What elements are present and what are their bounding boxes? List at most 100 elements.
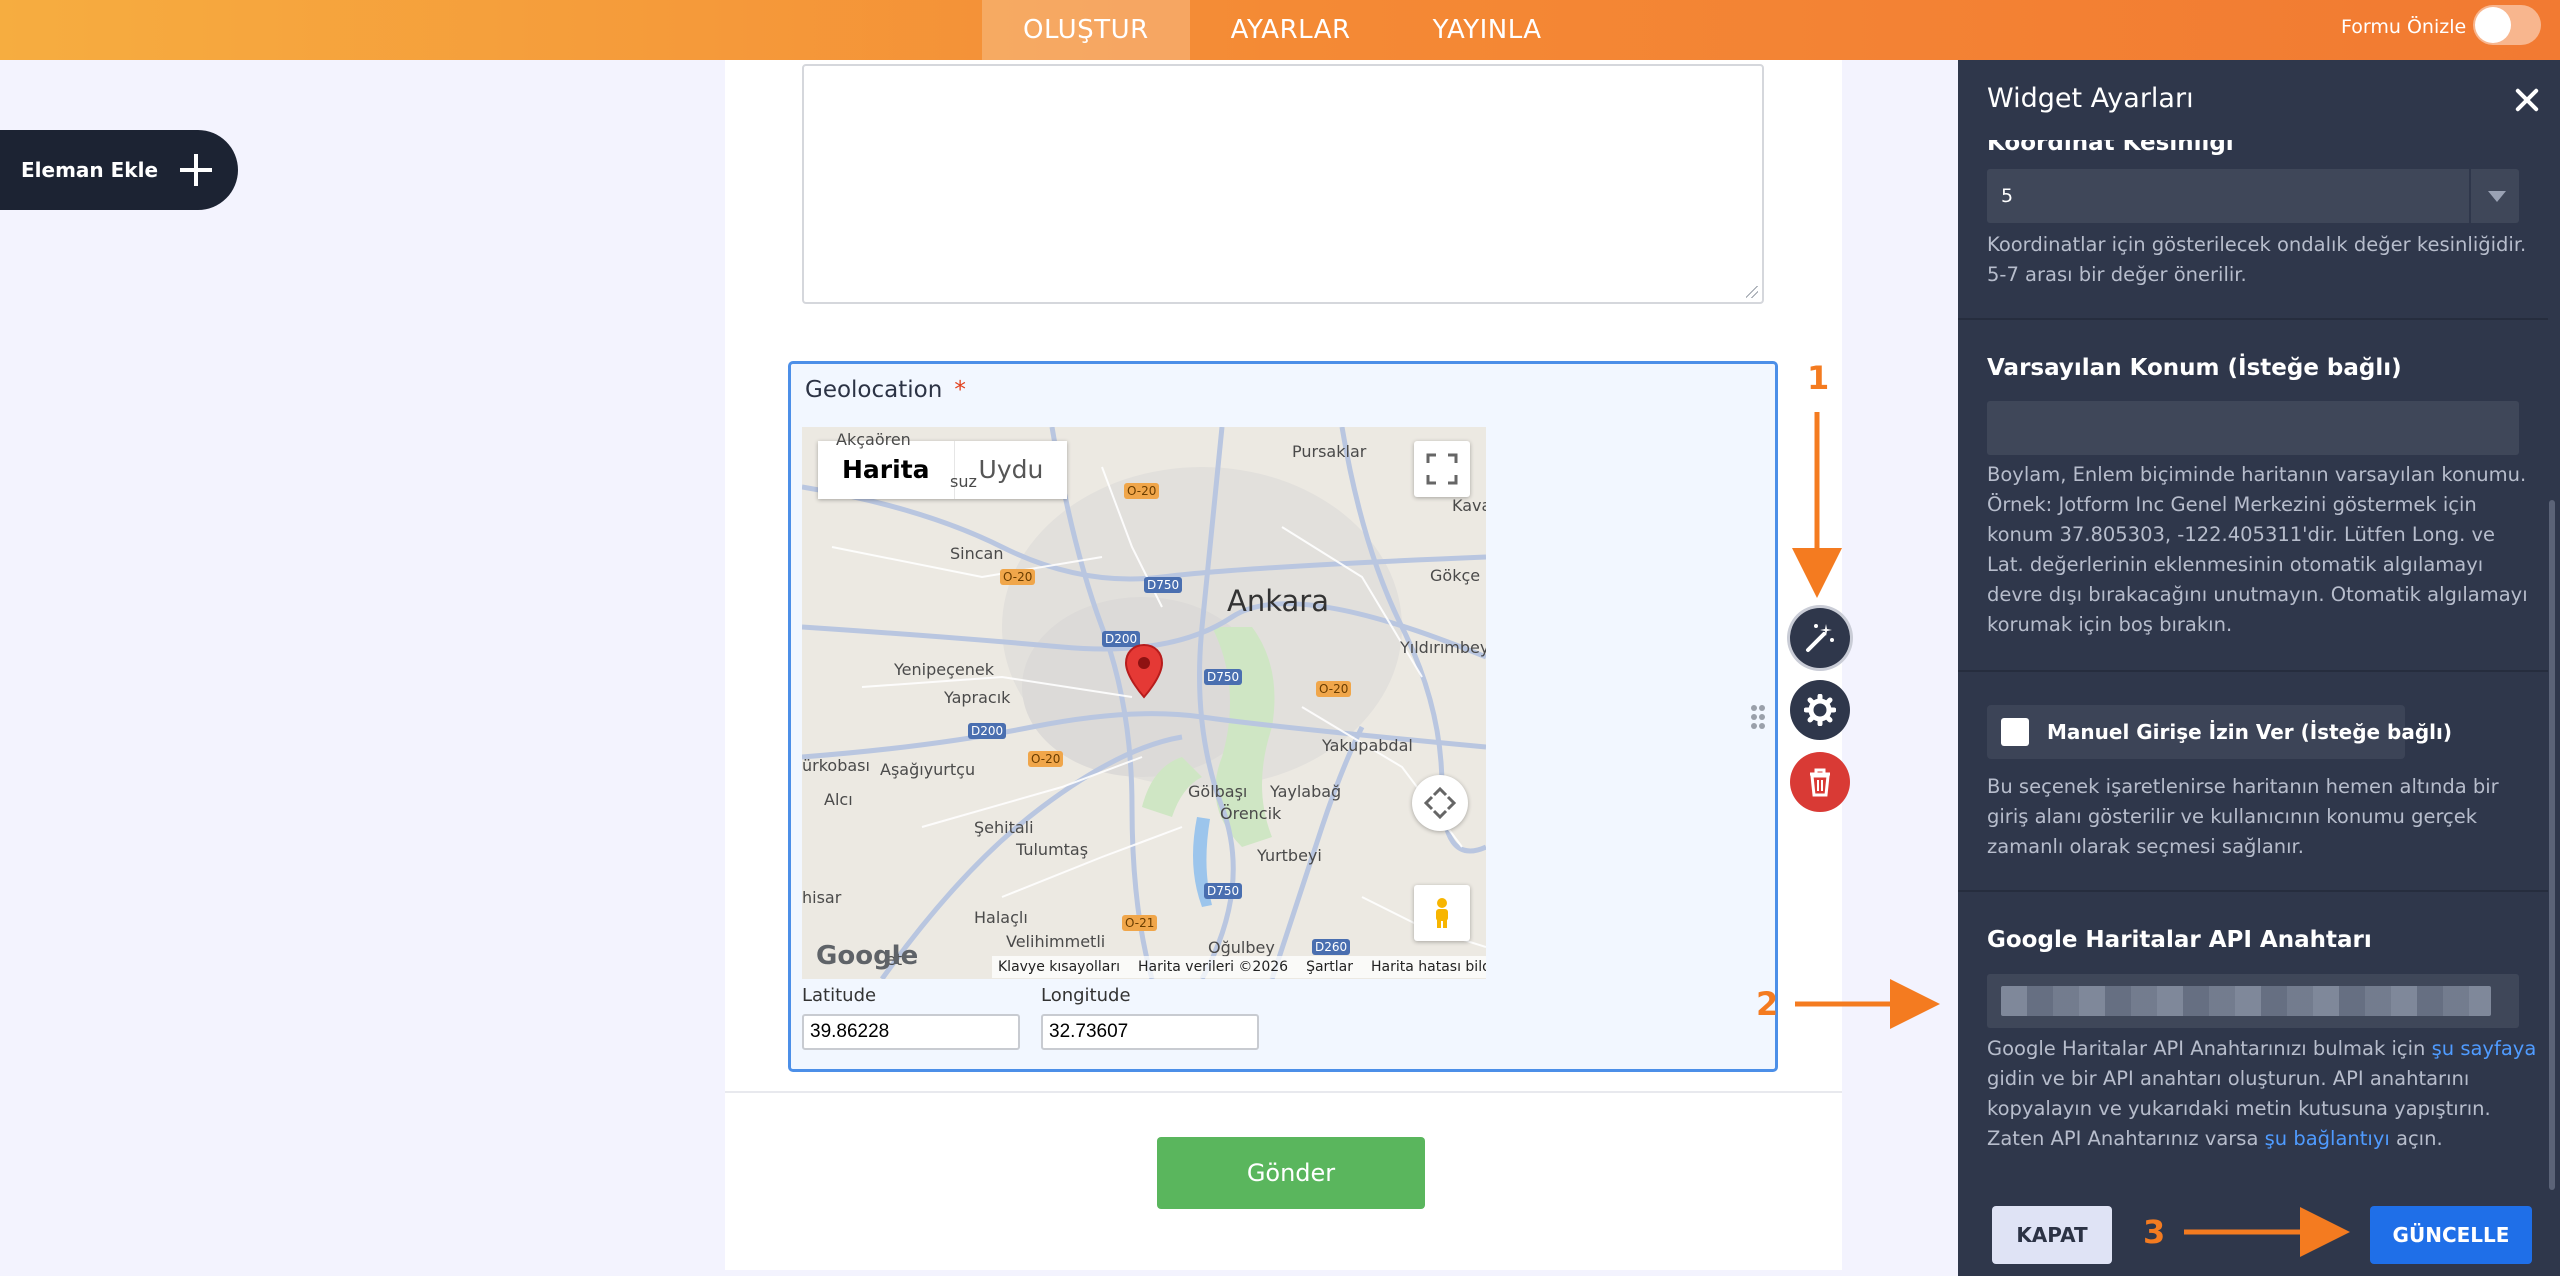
- map-place-label: Yıldırımbey: [1400, 638, 1486, 657]
- location-pin-icon[interactable]: [1124, 643, 1164, 699]
- map-place-label: Yaylabağ: [1270, 782, 1342, 801]
- road-shield: D750: [1204, 669, 1243, 685]
- geolocation-label-text: Geolocation: [805, 377, 943, 403]
- trash-icon: [1810, 768, 1830, 797]
- road-shield: O-21: [1122, 915, 1158, 931]
- fullscreen-button[interactable]: [1414, 441, 1470, 497]
- road-shield: D750: [1204, 883, 1243, 899]
- properties-button[interactable]: [1790, 680, 1850, 740]
- api-desc-part: açın.: [2389, 1127, 2443, 1150]
- map-place-label: Ankara: [1227, 584, 1329, 618]
- close-button[interactable]: KAPAT: [1992, 1206, 2112, 1264]
- map-place-label: Yenipeçenek: [894, 660, 994, 679]
- plus-icon: [180, 154, 212, 186]
- manual-entry-checkbox[interactable]: [2001, 718, 2029, 746]
- map-place-label: Yakupabdal: [1322, 736, 1413, 755]
- map-place-label: Akçaören: [836, 430, 911, 449]
- submit-button[interactable]: Gönder: [1157, 1137, 1425, 1209]
- latitude-input[interactable]: 39.86228: [802, 1014, 1020, 1050]
- toggle-knob: [2475, 7, 2511, 43]
- map-place-label: Yurtbeyi: [1257, 846, 1322, 865]
- api-key-heading: Google Haritalar API Anahtarı: [1987, 927, 2372, 953]
- fullscreen-icon: [1426, 453, 1458, 485]
- api-key-description: Google Haritalar API Anahtarınızı bulmak…: [1987, 1034, 2537, 1154]
- map-place-label: Tulumtaş: [1016, 840, 1089, 859]
- google-logo: Google: [816, 941, 919, 971]
- api-desc-part: Google Haritalar API Anahtarınızı bulmak…: [1987, 1037, 2432, 1060]
- map-place-label: Oğulbey: [1208, 938, 1275, 957]
- widget-settings-panel: Koordinat Kesinliği 5 Koordinatlar için …: [1958, 60, 2560, 1276]
- annotation-number: 2: [1756, 985, 1779, 1023]
- road-shield: O-20: [1316, 681, 1352, 697]
- api-key-input[interactable]: [1987, 974, 2519, 1028]
- default-location-input[interactable]: [1987, 401, 2519, 455]
- form-divider: [725, 1091, 1842, 1093]
- map-place-label: Yapracık: [944, 688, 1011, 707]
- magic-wand-icon: [1806, 624, 1834, 652]
- annotation-number: 1: [1807, 359, 1830, 397]
- preview-form-label: Formu Önizle: [2341, 16, 2467, 38]
- road-shield: D260: [1312, 939, 1351, 955]
- delete-button[interactable]: [1790, 752, 1850, 812]
- tab-settings[interactable]: AYARLAR: [1190, 0, 1392, 60]
- update-button[interactable]: GÜNCELLE: [2370, 1206, 2532, 1264]
- panel-title: Widget Ayarları: [1987, 83, 2194, 114]
- dropdown-arrow-icon[interactable]: [2469, 169, 2519, 223]
- panel-scrollbar[interactable]: [2549, 500, 2555, 1190]
- section-separator: [1958, 670, 2548, 672]
- precision-value: 5: [2001, 185, 2014, 207]
- terms-link[interactable]: Şartlar: [1306, 956, 1353, 978]
- road-shield: O-20: [1028, 751, 1064, 767]
- map-type-map[interactable]: Harita: [818, 441, 954, 499]
- map-place-label: Kava: [1452, 496, 1486, 515]
- section-separator: [1958, 890, 2548, 892]
- longitude-input[interactable]: 32.73607: [1041, 1014, 1259, 1050]
- map-view[interactable]: Harita Uydu Akçaören Pursaklar suz Kava …: [802, 427, 1486, 979]
- latitude-label: Latitude: [802, 985, 877, 1006]
- pegman-icon: [1436, 898, 1448, 928]
- map-place-label: hisar: [802, 888, 842, 907]
- tab-publish[interactable]: YAYINLA: [1392, 0, 1583, 60]
- road-shield: O-20: [1124, 483, 1160, 499]
- map-type-control: Harita Uydu: [818, 441, 1068, 499]
- annotation-number: 3: [2143, 1213, 2166, 1251]
- top-bar: OLUŞTUR AYARLAR YAYINLA Formu Önizle: [0, 0, 2560, 60]
- street-view-button[interactable]: [1414, 885, 1470, 941]
- road-shield: D200: [968, 723, 1007, 739]
- road-shield: O-20: [1000, 569, 1036, 585]
- close-icon[interactable]: [2515, 88, 2539, 112]
- map-roads: [802, 427, 1486, 979]
- map-place-label: Alcı: [824, 790, 853, 809]
- preview-toggle[interactable]: [2473, 5, 2541, 45]
- road-shield: D750: [1144, 577, 1183, 593]
- add-element-button[interactable]: Eleman Ekle: [0, 130, 238, 210]
- map-place-label: suz: [950, 472, 977, 491]
- map-place-label: Velihimmetli: [1006, 932, 1106, 951]
- gear-icon: [1804, 694, 1836, 726]
- geolocation-label: Geolocation *: [805, 375, 966, 405]
- map-place-label: Aşağıyurtçu: [880, 760, 976, 779]
- api-page-link[interactable]: şu sayfaya: [2432, 1037, 2537, 1060]
- api-key-redacted: [2001, 986, 2491, 1016]
- manual-entry-label: Manuel Girişe İzin Ver (İsteğe bağlı): [2047, 720, 2453, 744]
- resize-grip-icon[interactable]: [1746, 286, 1758, 298]
- default-location-heading: Varsayılan Konum (İsteğe bağlı): [1987, 355, 2402, 381]
- map-place-label: Şehitali: [974, 818, 1034, 837]
- section-separator: [1958, 318, 2548, 320]
- camera-control-button[interactable]: [1412, 775, 1468, 831]
- panel-header: Widget Ayarları: [1958, 60, 2560, 140]
- report-error-link[interactable]: Harita hatası bildirin: [1371, 956, 1486, 978]
- tab-build[interactable]: OLUŞTUR: [982, 0, 1190, 60]
- drag-handle-icon[interactable]: [1750, 704, 1766, 730]
- keyboard-shortcuts-link[interactable]: Klavye kısayolları: [998, 956, 1120, 978]
- manual-entry-description: Bu seçenek işaretlenirse haritanın hemen…: [1987, 775, 2499, 858]
- wizard-button[interactable]: [1790, 608, 1850, 668]
- manual-entry-option[interactable]: Manuel Girişe İzin Ver (İsteğe bağlı): [1987, 705, 2452, 759]
- longitude-label: Longitude: [1041, 985, 1131, 1006]
- map-place-label: Halaçlı: [974, 908, 1028, 927]
- map-place-label: Gölbaşı: [1188, 782, 1248, 801]
- required-mark: *: [954, 377, 966, 403]
- precision-select[interactable]: 5: [1987, 169, 2519, 223]
- textarea-field[interactable]: [802, 64, 1764, 304]
- api-existing-link[interactable]: şu bağlantıyı: [2265, 1127, 2390, 1150]
